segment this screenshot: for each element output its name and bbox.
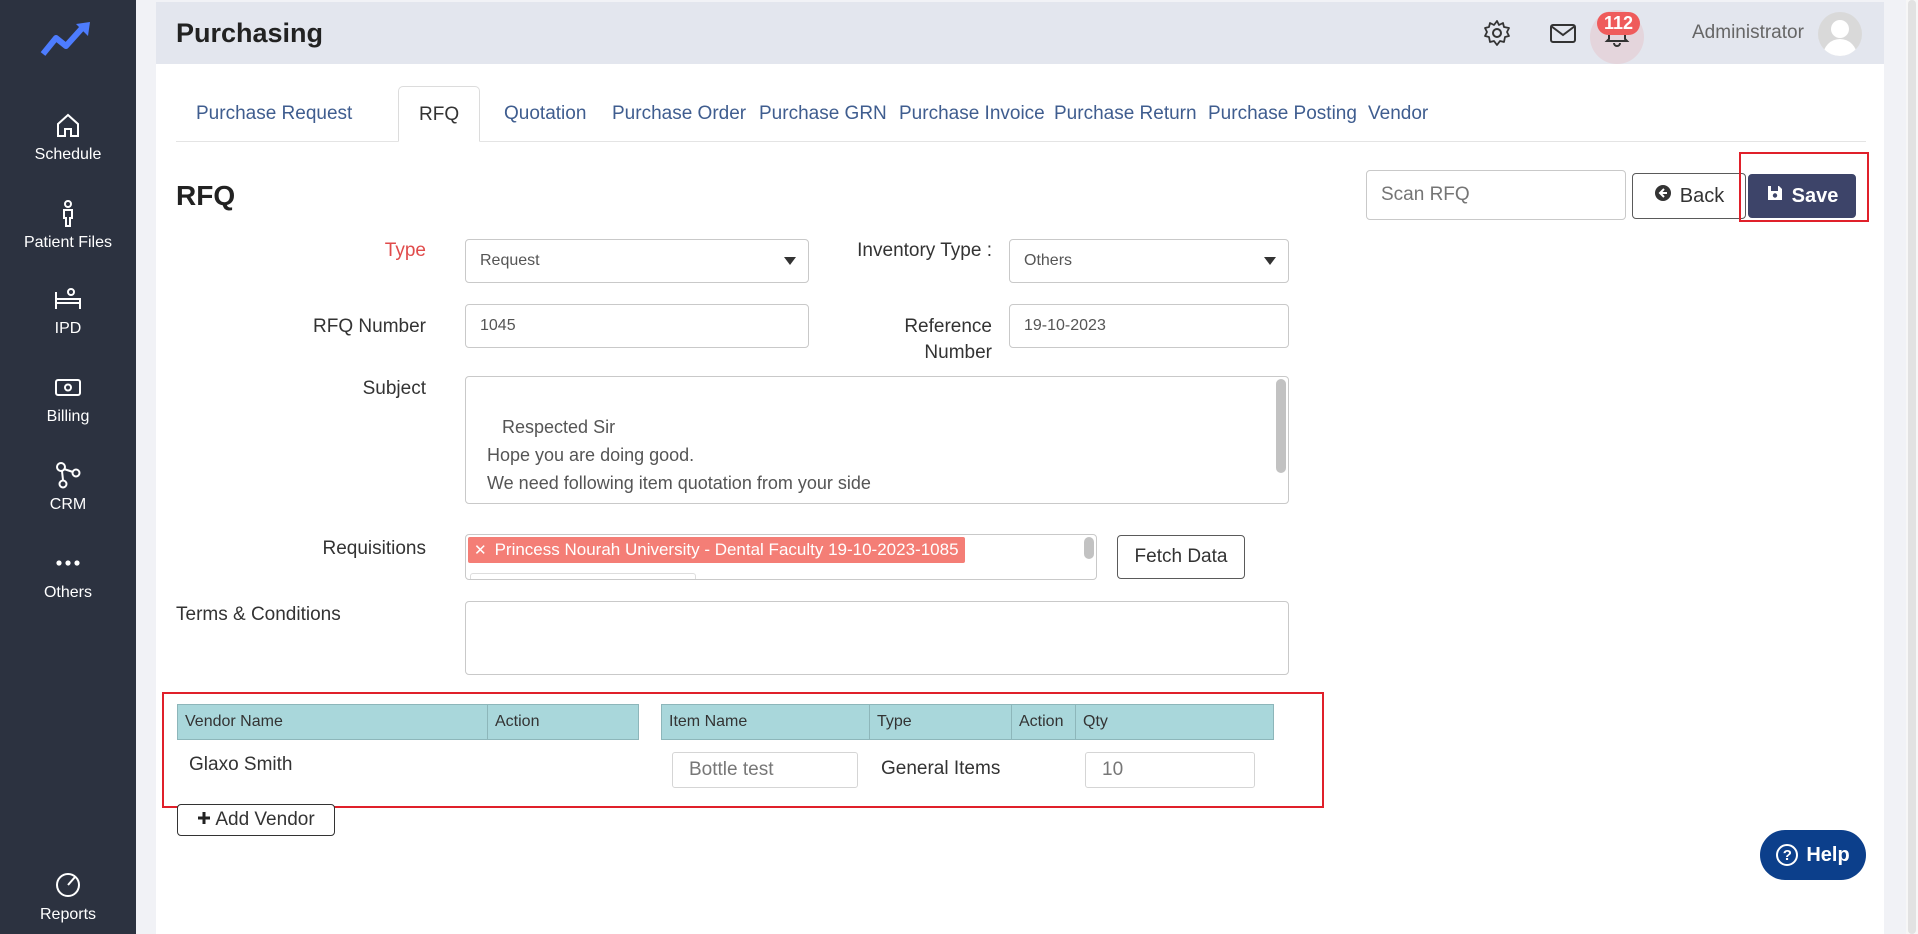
sidebar-item-label: Reports (39, 906, 97, 923)
sidebar: Schedule Patient Files IPD Billing CRM O… (0, 0, 136, 934)
rfq-number-label: RFQ Number (313, 316, 426, 337)
type-select[interactable]: Request (465, 239, 809, 283)
subject-scrollbar[interactable] (1276, 379, 1286, 473)
tab-rfq[interactable]: RFQ (398, 86, 481, 142)
user-name[interactable]: Administrator (1692, 22, 1804, 44)
avatar[interactable] (1818, 12, 1862, 56)
type-label: Type (384, 240, 426, 261)
rfq-number-field[interactable]: 1045 (465, 304, 809, 348)
type-select-value: Request (480, 252, 540, 269)
sidebar-item-others[interactable]: Others (0, 548, 136, 602)
tab-vendor[interactable]: Vendor (1348, 86, 1448, 142)
sidebar-item-crm[interactable]: CRM (0, 460, 136, 514)
dots-icon (53, 548, 83, 578)
requisitions-label: Requisitions (322, 538, 427, 559)
main-content: Purchase Request RFQ Quotation Purchase … (156, 64, 1884, 934)
sidebar-item-label: CRM (49, 496, 87, 513)
table-highlight (162, 692, 1324, 808)
resize-handle-icon[interactable] (1276, 662, 1286, 672)
back-arrow-icon (1654, 184, 1672, 208)
remove-tag-icon[interactable]: ✕ (474, 542, 487, 559)
requisitions-scrollbar[interactable] (1084, 537, 1094, 559)
question-icon: ? (1776, 844, 1799, 866)
sidebar-item-label: Billing (46, 408, 90, 425)
bed-icon (53, 284, 83, 314)
inventory-type-value: Others (1024, 252, 1073, 269)
sidebar-item-label: Schedule (34, 146, 102, 163)
sidebar-item-schedule[interactable]: Schedule (0, 110, 136, 164)
page-scrollbar-thumb[interactable] (1908, 0, 1916, 934)
reference-label-line2: Number (924, 342, 992, 363)
tab-quotation[interactable]: Quotation (484, 86, 606, 142)
terms-label: Terms & Conditions (176, 604, 341, 625)
sidebar-item-label: Patient Files (23, 234, 113, 251)
section-title: RFQ (176, 180, 236, 211)
sidebar-item-label: Others (43, 584, 92, 601)
mail-icon[interactable] (1548, 18, 1578, 48)
tab-purchase-request[interactable]: Purchase Request (176, 86, 372, 142)
requisition-tag[interactable]: ✕ Princess Nourah University - Dental Fac… (468, 537, 965, 563)
plus-icon (197, 809, 211, 831)
caret-down-icon (784, 257, 796, 265)
page-title: Purchasing (176, 18, 324, 48)
person-icon (53, 198, 83, 228)
requisition-tag-label: Princess Nourah University - Dental Facu… (494, 540, 959, 559)
network-icon (53, 460, 83, 490)
caret-down-icon (1264, 257, 1276, 265)
sidebar-item-billing[interactable]: Billing (0, 372, 136, 426)
resize-handle-icon[interactable] (1276, 491, 1286, 501)
fetch-data-button[interactable]: Fetch Data (1117, 535, 1245, 579)
page-scrollbar[interactable] (1906, 0, 1918, 934)
home-icon (53, 110, 83, 140)
reference-label-line1: Reference (904, 316, 992, 337)
pie-chart-icon (53, 870, 83, 900)
help-label: Help (1806, 843, 1850, 866)
requisitions-multiselect[interactable]: ✕ Princess Nourah University - Dental Fac… (465, 534, 1097, 580)
purchasing-tabs: Purchase Request RFQ Quotation Purchase … (176, 86, 1866, 142)
reference-number-label: Reference Number (856, 316, 992, 364)
requisition-search-input[interactable] (470, 573, 696, 579)
inventory-type-label: Inventory Type : (857, 240, 992, 261)
subject-label: Subject (362, 378, 426, 399)
notification-badge: 112 (1597, 12, 1641, 35)
top-header: Purchasing 112 Administrator (156, 2, 1884, 64)
back-button-label: Back (1679, 184, 1725, 207)
inventory-type-select[interactable]: Others (1009, 239, 1289, 283)
gear-icon[interactable] (1482, 18, 1512, 48)
back-button[interactable]: Back (1632, 173, 1746, 219)
money-icon (53, 372, 83, 402)
sidebar-item-label: IPD (54, 320, 82, 337)
add-vendor-button[interactable]: Add Vendor (177, 804, 335, 836)
reference-number-field[interactable]: 19-10-2023 (1009, 304, 1289, 348)
subject-textarea[interactable]: Respected Sir Hope you are doing good. W… (465, 376, 1289, 504)
terms-textarea[interactable] (465, 601, 1289, 675)
add-vendor-label: Add Vendor (215, 809, 315, 830)
sidebar-item-patient-files[interactable]: Patient Files (0, 198, 136, 252)
sidebar-item-ipd[interactable]: IPD (0, 284, 136, 338)
sidebar-item-reports[interactable]: Reports (0, 870, 136, 924)
save-button-highlight (1739, 152, 1869, 222)
subject-text: Respected Sir Hope you are doing good. W… (487, 417, 871, 503)
help-button[interactable]: ? Help (1760, 830, 1866, 880)
scan-rfq-input[interactable] (1366, 170, 1626, 220)
app-logo[interactable] (40, 20, 92, 60)
